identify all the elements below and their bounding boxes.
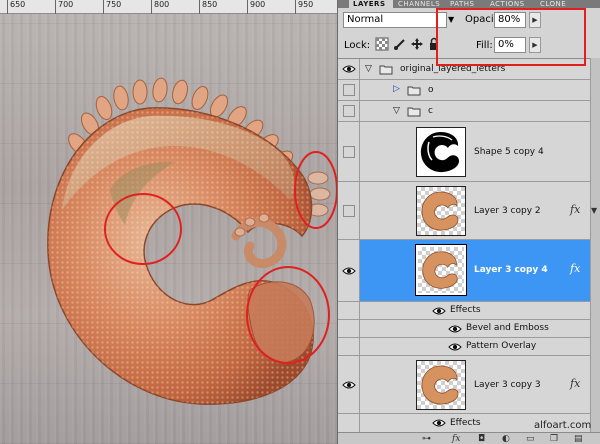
layer-name: o [428, 85, 434, 95]
effect-name: Pattern Overlay [466, 341, 537, 351]
visibility-column [338, 80, 360, 100]
eye-icon[interactable] [342, 380, 356, 390]
watermark-text: alfoart.com [534, 420, 592, 431]
effect-name: Bevel and Emboss [466, 323, 549, 333]
chevron-right-icon[interactable]: ▷ [393, 84, 400, 94]
visibility-column [338, 320, 360, 337]
c-letter-thumbnail-icon [421, 191, 459, 231]
tab-paths[interactable]: PATHS [446, 0, 484, 8]
visibility-column [338, 414, 360, 433]
visibility-column [338, 240, 360, 301]
effects-label: Effects [450, 305, 481, 315]
panel-footer: ⊶ fx ◘ ◐ ▭ ❐ ▤ [338, 432, 600, 444]
layer-row-group-c[interactable]: ▽ c [338, 101, 600, 122]
layer-thumbnail[interactable] [416, 360, 466, 410]
ruler-tick: 650 [7, 0, 25, 14]
blend-mode-select[interactable]: Normal [343, 12, 447, 28]
ruler-tick: 700 [55, 0, 73, 14]
link-layers-icon[interactable]: ⊶ [422, 434, 431, 444]
eye-icon[interactable] [342, 64, 356, 74]
layer-name: Shape 5 copy 4 [474, 147, 544, 157]
tab-actions[interactable]: ACTIONS [486, 0, 534, 8]
folder-icon [407, 107, 421, 117]
layer-row-shape5[interactable]: Shape 5 copy 4 [338, 122, 600, 182]
effects-row[interactable]: Effects [338, 302, 600, 320]
visibility-toggle[interactable] [343, 105, 355, 117]
eye-icon[interactable] [432, 418, 446, 428]
trash-icon[interactable]: ▤ [574, 434, 583, 444]
layers-scrollbar[interactable] [590, 58, 600, 432]
move-icon[interactable] [410, 37, 424, 51]
layer-row-layer3-copy4[interactable]: Layer 3 copy 4 fx [338, 240, 600, 302]
panel-tabbar: LAYERS CHANNELS PATHS ACTIONS CLONE [338, 0, 600, 8]
scroll-arrow-icon[interactable]: ▼ [591, 206, 597, 215]
effect-row-pattern[interactable]: Pattern Overlay [338, 338, 600, 356]
visibility-column [338, 182, 360, 239]
ruler-tick: 750 [103, 0, 121, 14]
tab-layers[interactable]: LAYERS [349, 0, 393, 8]
layer-row-group-o[interactable]: ▷ o [338, 80, 600, 101]
visibility-column [338, 122, 360, 181]
visibility-column [338, 59, 360, 79]
effects-label: Effects [450, 418, 481, 428]
visibility-column [338, 101, 360, 121]
lock-transparent-pixels-icon[interactable] [375, 37, 389, 51]
ruler-tick: 800 [151, 0, 169, 14]
c-shape-thumbnail-icon [420, 132, 459, 173]
folder-icon [407, 86, 421, 96]
c-letter-thumbnail-icon [421, 365, 459, 405]
layers-panel: LAYERS CHANNELS PATHS ACTIONS CLONE Norm… [337, 0, 600, 444]
new-group-icon[interactable]: ▭ [526, 434, 535, 444]
horizontal-ruler: 650 700 750 800 850 900 950 [0, 0, 337, 14]
layer-row-layer3-copy2[interactable]: Layer 3 copy 2 fx [338, 182, 600, 240]
layer-thumbnail[interactable] [416, 186, 466, 236]
chevron-down-icon[interactable]: ▽ [365, 64, 372, 74]
effect-row-bevel[interactable]: Bevel and Emboss [338, 320, 600, 338]
layer-name: Layer 3 copy 4 [474, 265, 548, 275]
eye-icon[interactable] [448, 324, 462, 334]
layer-thumbnail[interactable] [415, 244, 467, 296]
visibility-column [338, 338, 360, 355]
layer-row-layer3-copy3[interactable]: Layer 3 copy 3 fx [338, 356, 600, 414]
ruler-tick: 850 [199, 0, 217, 14]
add-style-icon[interactable]: fx [452, 434, 460, 444]
layer-thumbnail[interactable] [416, 127, 466, 177]
lock-label: Lock: [344, 40, 371, 51]
eye-icon[interactable] [448, 342, 462, 352]
tab-channels[interactable]: CHANNELS [394, 0, 444, 8]
ruler-tick: 900 [247, 0, 265, 14]
eye-icon[interactable] [432, 306, 446, 316]
annotation-highlight-box [436, 8, 586, 66]
layer-name: c [428, 106, 433, 116]
document-canvas[interactable] [0, 14, 337, 444]
layers-list: ▽ original_layered_letters ▷ o ▽ c Shape… [338, 58, 600, 433]
visibility-toggle[interactable] [343, 84, 355, 96]
fx-icon[interactable]: fx [570, 377, 580, 390]
fx-icon[interactable]: fx [570, 203, 580, 216]
eye-icon[interactable] [342, 266, 356, 276]
visibility-column [338, 356, 360, 413]
c-letter-thumbnail-icon [422, 251, 458, 289]
fx-icon[interactable]: fx [570, 262, 580, 275]
adjustment-layer-icon[interactable]: ◐ [502, 434, 510, 444]
layer-name: Layer 3 copy 3 [474, 380, 541, 390]
folder-icon [379, 65, 393, 75]
ruler-tick: 950 [295, 0, 313, 14]
visibility-toggle[interactable] [343, 146, 355, 158]
c-letter-artwork [47, 77, 337, 405]
visibility-column [338, 302, 360, 319]
add-mask-icon[interactable]: ◘ [478, 434, 485, 444]
new-layer-icon[interactable]: ❐ [550, 434, 558, 444]
brush-icon[interactable] [393, 37, 407, 51]
layer-name: Layer 3 copy 2 [474, 206, 541, 216]
chevron-down-icon[interactable]: ▽ [393, 106, 400, 116]
tab-clone[interactable]: CLONE [536, 0, 576, 8]
tab-collapsed[interactable] [338, 0, 349, 8]
visibility-toggle[interactable] [343, 205, 355, 217]
